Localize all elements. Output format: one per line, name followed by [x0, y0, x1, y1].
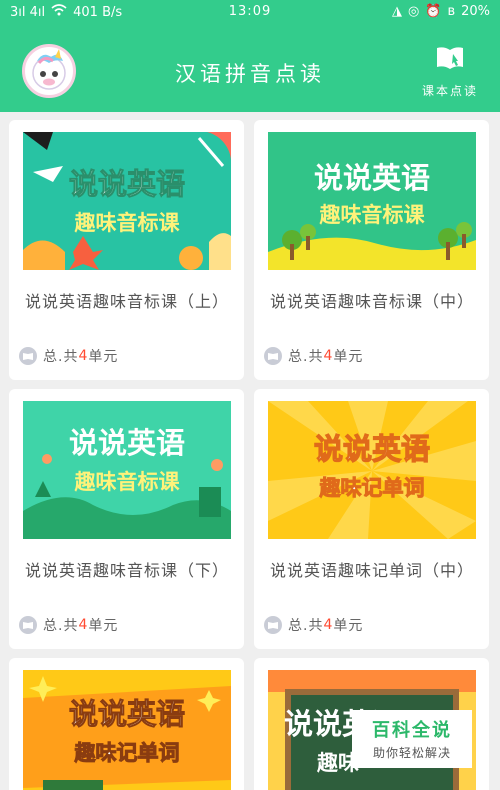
course-card[interactable]: 说说英语 趣味记单词	[9, 658, 244, 790]
watermark-badge: 百科全说 助你轻松解决	[352, 710, 472, 768]
meta-prefix: 总.共	[43, 349, 79, 365]
course-meta: 总.共 4 单元	[264, 346, 363, 366]
watermark-subtitle: 助你轻松解决	[372, 746, 451, 760]
book-icon	[19, 616, 37, 634]
banner-subtitle: 趣味音标课	[74, 470, 181, 494]
book-icon	[264, 347, 282, 365]
banner-subtitle: 趣味记单词	[74, 741, 180, 765]
textbook-read-label: 课本点读	[421, 84, 478, 98]
course-card[interactable]: 说说英语 趣味记单词 说说英语趣味记单词（中） 总.共 4 单元	[254, 389, 489, 649]
open-book-icon	[437, 47, 463, 69]
course-card[interactable]: 说说英语 趣味音标课 说说英语趣味音标课（上） 总.共 4 单元	[9, 120, 244, 380]
banner-subtitle: 趣味音标课	[74, 211, 181, 235]
bluetooth-icon: ʙ	[447, 4, 456, 19]
app-header: 汉语拼音点读 课本点读	[0, 24, 500, 112]
course-name: 说说英语趣味音标课（中）	[270, 292, 475, 311]
course-name: 说说英语趣味记单词（中）	[270, 561, 475, 580]
meta-prefix: 总.共	[43, 618, 79, 634]
course-meta: 总.共 4 单元	[19, 346, 118, 366]
course-meta: 总.共 4 单元	[19, 615, 118, 635]
course-card[interactable]: 说说英语 趣味音标课 说说英语趣味音标课（中） 总.共 4 单元	[254, 120, 489, 380]
book-icon	[19, 347, 37, 365]
battery-level: 20%	[461, 4, 490, 19]
course-banner: 说说英语 趣味记单词	[23, 670, 231, 790]
mute-icon: ◮	[392, 4, 403, 19]
alarm-icon: ⏰	[425, 4, 442, 19]
meta-suffix: 单元	[88, 349, 119, 365]
textbook-read-button[interactable]: 课本点读	[418, 44, 482, 102]
meta-suffix: 单元	[333, 618, 364, 634]
book-icon	[264, 616, 282, 634]
unit-count: 4	[78, 348, 89, 364]
course-banner: 说说英语 趣味音标课	[23, 132, 231, 270]
meta-prefix: 总.共	[288, 349, 324, 365]
course-name: 说说英语趣味音标课（下）	[25, 561, 230, 580]
meta-suffix: 单元	[88, 618, 119, 634]
banner-title: 说说英语	[69, 168, 185, 201]
course-banner: 说说英语 趣味音标课	[268, 132, 476, 270]
course-grid: 说说英语 趣味音标课 说说英语趣味音标课（上） 总.共 4 单元 说说英语 趣味音标…	[0, 112, 500, 790]
unit-count: 4	[323, 348, 334, 364]
meta-prefix: 总.共	[288, 618, 324, 634]
banner-subtitle: 趣味记单词	[319, 476, 425, 500]
unit-count: 4	[78, 617, 89, 633]
course-name: 说说英语趣味音标课（上）	[25, 292, 230, 311]
unit-count: 4	[323, 617, 334, 633]
course-banner: 说说英语 趣味音标课	[23, 401, 231, 539]
meta-suffix: 单元	[333, 349, 364, 365]
course-banner: 说说英语 趣味记单词	[268, 401, 476, 539]
watermark-title: 百科全说	[372, 720, 452, 741]
status-bar: 3ıl 4ıl 401 B/s 13:09 ◮ ◎ ⏰ ʙ 20%	[0, 0, 500, 24]
banner-title: 说说英语	[314, 433, 430, 466]
lock-icon: ◎	[408, 4, 420, 19]
banner-title: 说说英语	[314, 162, 430, 195]
banner-title: 说说英语	[69, 427, 185, 460]
banner-title: 说说英语	[69, 698, 185, 731]
course-card[interactable]: 说说英语 趣味音标课 说说英语趣味音标课（下） 总.共 4 单元	[9, 389, 244, 649]
course-meta: 总.共 4 单元	[264, 615, 363, 635]
banner-subtitle: 趣味音标课	[319, 203, 426, 227]
